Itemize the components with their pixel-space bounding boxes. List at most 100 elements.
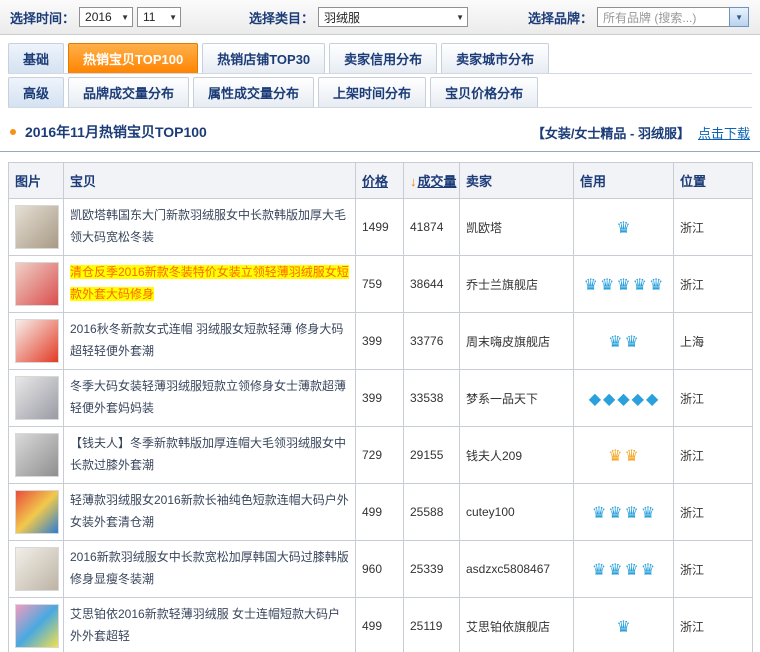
seller-credit-cell: ♛♛♛♛ — [574, 541, 674, 598]
item-thumbnail[interactable] — [15, 604, 59, 648]
crown-gold-icon: ♛ — [625, 446, 639, 465]
seller-location: 浙江 — [674, 598, 753, 652]
item-thumbnail[interactable] — [15, 433, 59, 477]
category-select[interactable]: 羽绒服 ▼ — [318, 7, 468, 27]
seller-name: 钱夫人209 — [460, 427, 574, 484]
year-select[interactable]: 2016 ▼ — [79, 7, 133, 27]
item-thumbnail[interactable] — [15, 490, 59, 534]
item-price: 729 — [356, 427, 404, 484]
section-header: 2016年11月热销宝贝TOP100 【女装/女士精品 - 羽绒服】 点击下载 — [0, 108, 760, 152]
crown-blue-icon: ♛ — [625, 560, 639, 579]
crown-blue-icon: ♛ — [592, 560, 606, 579]
seller-location: 浙江 — [674, 484, 753, 541]
item-title-link[interactable]: 清仓反季2016新款冬装特价女装立领轻薄羽绒服女短款外套大码修身 — [70, 265, 349, 301]
item-thumbnail[interactable] — [15, 319, 59, 363]
tab-group-basic[interactable]: 基础 — [8, 43, 64, 73]
seller-location: 浙江 — [674, 370, 753, 427]
seller-location: 浙江 — [674, 541, 753, 598]
crown-blue-icon: ♛ — [600, 275, 614, 294]
tab-row-advanced: 高级 品牌成交量分布 属性成交量分布 上架时间分布 宝贝价格分布 — [8, 77, 752, 108]
seller-location: 上海 — [674, 313, 753, 370]
table-header-row: 图片 宝贝 价格 ↓成交量 卖家 信用 位置 — [9, 163, 753, 199]
tab-row-basic: 基础 热销宝贝TOP100 热销店铺TOP30 卖家信用分布 卖家城市分布 — [8, 43, 752, 74]
seller-credit-cell: ♛♛♛♛♛ — [574, 256, 674, 313]
crown-blue-icon: ♛ — [592, 503, 606, 522]
top100-table-wrap: 图片 宝贝 价格 ↓成交量 卖家 信用 位置 凯欧塔韩国东大门新款羽绒服女中长款… — [8, 162, 752, 652]
seller-name: 凯欧塔 — [460, 199, 574, 256]
table-row: 艾思铂依2016新款轻薄羽绒服 女士连帽短款大码户外外套超轻49925119艾思… — [9, 598, 753, 652]
item-title-cell: 凯欧塔韩国东大门新款羽绒服女中长款韩版加厚大毛领大码宽松冬装 — [64, 199, 356, 256]
item-price: 759 — [356, 256, 404, 313]
table-row: 冬季大码女装轻薄羽绒服短款立领修身女士薄款超薄轻便外套妈妈装 39933538梦系… — [9, 370, 753, 427]
brand-search-input[interactable] — [597, 7, 729, 27]
seller-location: 浙江 — [674, 199, 753, 256]
item-title-link[interactable]: 凯欧塔韩国东大门新款羽绒服女中长款韩版加厚大毛领大码宽松冬装 — [70, 208, 346, 244]
item-volume: 33538 — [404, 370, 460, 427]
tab-item-price-distribution[interactable]: 宝贝价格分布 — [430, 77, 538, 107]
item-thumbnail[interactable] — [15, 262, 59, 306]
table-row: 轻薄款羽绒服女2016新款长袖纯色短款连帽大码户外女装外套清仓潮49925588… — [9, 484, 753, 541]
item-image-cell — [9, 541, 64, 598]
item-image-cell — [9, 256, 64, 313]
diamond-blue-icon: ◆ — [603, 389, 615, 408]
tab-attribute-volume-distribution[interactable]: 属性成交量分布 — [193, 77, 314, 107]
tab-seller-credit-distribution[interactable]: 卖家信用分布 — [329, 43, 437, 73]
item-title-link[interactable]: 冬季大码女装轻薄羽绒服短款立领修身女士薄款超薄轻便外套妈妈装 — [70, 379, 346, 415]
item-title-link[interactable]: 2016秋冬新款女式连帽 羽绒服女短款轻薄 修身大码超轻轻便外套潮 — [70, 322, 343, 358]
tab-listing-time-distribution[interactable]: 上架时间分布 — [318, 77, 426, 107]
col-header-seller: 卖家 — [460, 163, 574, 199]
tab-seller-city-distribution[interactable]: 卖家城市分布 — [441, 43, 549, 73]
item-thumbnail[interactable] — [15, 376, 59, 420]
table-row: 2016新款羽绒服女中长款宽松加厚韩国大码过膝韩版修身显瘦冬装潮96025339… — [9, 541, 753, 598]
crown-blue-icon: ♛ — [649, 275, 663, 294]
crown-gold-icon: ♛ — [608, 446, 622, 465]
item-title-link[interactable]: 2016新款羽绒服女中长款宽松加厚韩国大码过膝韩版修身显瘦冬装潮 — [70, 550, 349, 586]
item-image-cell — [9, 313, 64, 370]
filter-bar: 选择时间： 2016 ▼ 11 ▼ 选择类目： 羽绒服 ▼ 选择品牌： ▼ — [0, 0, 760, 35]
crown-blue-icon: ♛ — [625, 503, 639, 522]
brand-combobox: ▼ — [597, 7, 749, 27]
tab-hot-items-top100[interactable]: 热销宝贝TOP100 — [68, 43, 198, 73]
item-title-link[interactable]: 【钱夫人】冬季新款韩版加厚连帽大毛领羽绒服女中长款过膝外套潮 — [70, 436, 346, 472]
crown-blue-icon: ♛ — [625, 332, 639, 351]
seller-location: 浙江 — [674, 256, 753, 313]
crown-blue-icon: ♛ — [616, 275, 630, 294]
item-image-cell — [9, 484, 64, 541]
diamond-blue-icon: ◆ — [646, 389, 658, 408]
tab-area: 基础 热销宝贝TOP100 热销店铺TOP30 卖家信用分布 卖家城市分布 高级… — [0, 35, 760, 108]
tab-hot-shops-top30[interactable]: 热销店铺TOP30 — [202, 43, 325, 73]
col-header-price[interactable]: 价格 — [356, 163, 404, 199]
item-title-link[interactable]: 轻薄款羽绒服女2016新款长袖纯色短款连帽大码户外女装外套清仓潮 — [70, 493, 349, 529]
seller-credit-cell: ◆◆◆◆◆ — [574, 370, 674, 427]
item-title-cell: 2016新款羽绒服女中长款宽松加厚韩国大码过膝韩版修身显瘦冬装潮 — [64, 541, 356, 598]
item-title-cell: 艾思铂依2016新款轻薄羽绒服 女士连帽短款大码户外外套超轻 — [64, 598, 356, 652]
crown-blue-icon: ♛ — [616, 617, 630, 636]
item-price: 399 — [356, 370, 404, 427]
item-image-cell — [9, 598, 64, 652]
item-thumbnail[interactable] — [15, 205, 59, 249]
col-header-volume[interactable]: ↓成交量 — [404, 163, 460, 199]
item-title-link[interactable]: 艾思铂依2016新款轻薄羽绒服 女士连帽短款大码户外外套超轻 — [70, 607, 340, 643]
page-title: 2016年11月热销宝贝TOP100 — [25, 122, 207, 142]
item-price: 1499 — [356, 199, 404, 256]
month-select[interactable]: 11 ▼ — [137, 7, 181, 27]
sort-desc-icon: ↓ — [410, 174, 417, 189]
crown-blue-icon: ♛ — [608, 503, 622, 522]
brand-dropdown-button[interactable]: ▼ — [729, 7, 749, 27]
item-image-cell — [9, 199, 64, 256]
seller-name: 梦系一品天下 — [460, 370, 574, 427]
tab-brand-volume-distribution[interactable]: 品牌成交量分布 — [68, 77, 189, 107]
seller-location: 浙江 — [674, 427, 753, 484]
item-price: 499 — [356, 598, 404, 652]
item-volume: 25588 — [404, 484, 460, 541]
download-link[interactable]: 点击下载 — [698, 123, 750, 142]
item-thumbnail[interactable] — [15, 547, 59, 591]
brand-filter-label: 选择品牌： — [528, 8, 593, 27]
item-title-cell: 轻薄款羽绒服女2016新款长袖纯色短款连帽大码户外女装外套清仓潮 — [64, 484, 356, 541]
tab-group-advanced[interactable]: 高级 — [8, 77, 64, 107]
diamond-blue-icon: ◆ — [617, 389, 629, 408]
diamond-blue-icon: ◆ — [589, 389, 601, 408]
chevron-down-icon: ▼ — [456, 13, 464, 22]
seller-credit-cell: ♛♛ — [574, 427, 674, 484]
category-filter-label: 选择类目： — [249, 8, 314, 27]
